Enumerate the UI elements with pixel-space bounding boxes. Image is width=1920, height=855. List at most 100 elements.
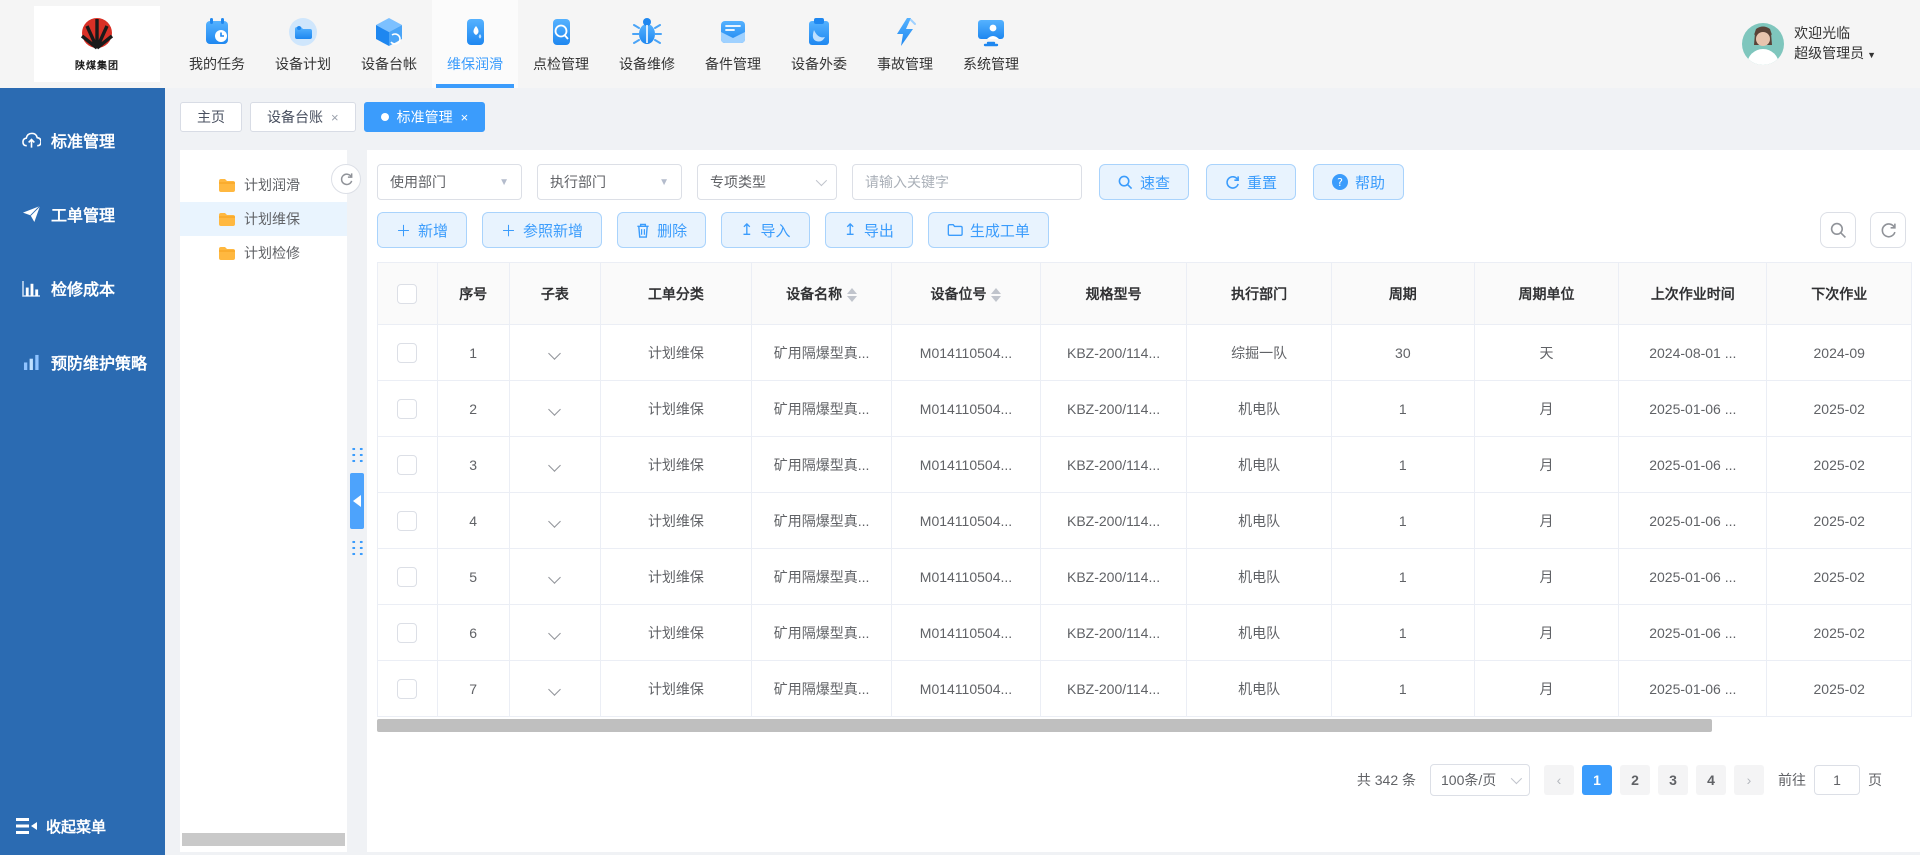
collapse-tree-handle[interactable]	[350, 473, 364, 529]
add-by-reference-button[interactable]: ＋参照新增	[482, 212, 602, 248]
use-department-select[interactable]: 使用部门 ▼	[377, 164, 522, 200]
row-checkbox[interactable]	[397, 511, 417, 531]
generate-workorder-button[interactable]: 生成工单	[928, 212, 1049, 248]
row-checkbox-cell	[378, 325, 438, 381]
add-button[interactable]: ＋新增	[377, 212, 467, 248]
tree-item-plan-overhaul[interactable]: 计划检修	[180, 236, 347, 270]
nav-label: 系统管理	[963, 54, 1019, 74]
cell-cycle: 1	[1331, 605, 1474, 661]
table-search-button[interactable]	[1820, 212, 1856, 248]
splitter-grip-icon[interactable]	[350, 539, 365, 556]
row-checkbox[interactable]	[397, 399, 417, 419]
user-menu[interactable]: 欢迎光临 超级管理员▼	[1742, 0, 1876, 88]
delete-button[interactable]: 删除	[617, 212, 706, 248]
exec-department-select[interactable]: 执行部门 ▼	[537, 164, 682, 200]
nav-device-plan[interactable]: 设备计划	[260, 0, 346, 88]
action-row: ＋新增 ＋参照新增 删除 ↥导入 ↥导出 生成工单	[377, 212, 1912, 248]
expand-chevron-icon[interactable]	[548, 515, 561, 528]
sort-carets-icon[interactable]	[991, 288, 1001, 302]
search-icon	[1830, 222, 1847, 239]
keyword-input[interactable]	[852, 164, 1082, 200]
help-button[interactable]: ? 帮助	[1313, 164, 1404, 200]
page-button-1[interactable]: 1	[1582, 765, 1612, 795]
column-header-device-tag[interactable]: 设备位号	[892, 263, 1041, 325]
page-button-4[interactable]: 4	[1696, 765, 1726, 795]
table-body: 1 计划维保 矿用隔爆型真... M014110504... KBZ-200/1…	[378, 325, 1912, 717]
goto-page-input[interactable]	[1814, 765, 1860, 795]
row-checkbox[interactable]	[397, 679, 417, 699]
calendar-task-icon	[199, 14, 235, 48]
expand-chevron-icon[interactable]	[548, 627, 561, 640]
sidebar-item-workorder-management[interactable]: 工单管理	[0, 192, 165, 236]
nav-system[interactable]: 系统管理	[948, 0, 1034, 88]
tree-item-label: 计划检修	[244, 243, 300, 263]
table-horizontal-scrollbar[interactable]	[377, 719, 1912, 732]
tree-refresh-button[interactable]	[331, 164, 361, 194]
nav-my-tasks[interactable]: 我的任务	[174, 0, 260, 88]
cell-cycle: 1	[1331, 549, 1474, 605]
tab-standard-management[interactable]: 标准管理 ×	[364, 102, 486, 132]
nav-accident[interactable]: 事故管理	[862, 0, 948, 88]
row-checkbox-cell	[378, 493, 438, 549]
special-type-select[interactable]: 专项类型	[697, 164, 837, 200]
expand-chevron-icon[interactable]	[548, 459, 561, 472]
export-button[interactable]: ↥导出	[825, 212, 913, 248]
nav-maintenance-lubrication[interactable]: 维保润滑	[432, 0, 518, 88]
nav-device-repair[interactable]: 设备维修	[604, 0, 690, 88]
sidebar-item-repair-cost[interactable]: 检修成本	[0, 266, 165, 310]
expand-chevron-icon[interactable]	[548, 571, 561, 584]
cell-seq: 7	[437, 661, 509, 717]
row-checkbox[interactable]	[397, 567, 417, 587]
tree-item-plan-maintenance[interactable]: 计划维保	[180, 202, 347, 236]
table-refresh-button[interactable]	[1870, 212, 1906, 248]
column-header-device-name[interactable]: 设备名称	[751, 263, 891, 325]
cell-device-tag: M014110504...	[892, 661, 1041, 717]
expand-chevron-icon[interactable]	[548, 683, 561, 696]
next-page-button[interactable]: ›	[1734, 765, 1764, 795]
splitter-grip-icon[interactable]	[350, 446, 365, 463]
sort-carets-icon[interactable]	[847, 288, 857, 302]
quick-search-button[interactable]: 速查	[1099, 164, 1189, 200]
tab-home[interactable]: 主页	[180, 102, 242, 132]
sidebar: 标准管理 工单管理 检修成本 预防维护策略 收起菜单	[0, 88, 165, 855]
tree-horizontal-scrollbar[interactable]	[182, 833, 345, 846]
nav-spot-inspection[interactable]: 点检管理	[518, 0, 604, 88]
sidebar-item-preventive-strategy[interactable]: 预防维护策略	[0, 340, 165, 384]
row-checkbox[interactable]	[397, 455, 417, 475]
scrollbar-thumb[interactable]	[182, 833, 345, 846]
collapse-menu-button[interactable]: 收起菜单	[0, 805, 165, 847]
row-checkbox[interactable]	[397, 343, 417, 363]
nav-spare-parts[interactable]: 备件管理	[690, 0, 776, 88]
close-icon[interactable]: ×	[331, 110, 339, 125]
scrollbar-thumb[interactable]	[377, 719, 1712, 732]
cell-model: KBZ-200/114...	[1040, 661, 1187, 717]
page-size-select[interactable]: 100条/页	[1430, 764, 1530, 796]
tree-item-plan-lubrication[interactable]: 计划润滑	[180, 168, 347, 202]
page-button-3[interactable]: 3	[1658, 765, 1688, 795]
cell-device-name: 矿用隔爆型真...	[751, 325, 891, 381]
accident-lightning-icon	[887, 14, 923, 48]
collapse-menu-icon	[16, 818, 38, 834]
tab-label: 标准管理	[397, 107, 453, 127]
tab-device-ledger[interactable]: 设备台账 ×	[250, 102, 356, 132]
inspection-phone-icon	[543, 14, 579, 48]
cell-next-time: 2025-02	[1767, 381, 1912, 437]
cell-cycle: 1	[1331, 381, 1474, 437]
nav-device-ledger[interactable]: 设备台帐	[346, 0, 432, 88]
prev-page-button[interactable]: ‹	[1544, 765, 1574, 795]
table-row: 5 计划维保 矿用隔爆型真... M014110504... KBZ-200/1…	[378, 549, 1912, 605]
expand-chevron-icon[interactable]	[548, 403, 561, 416]
select-all-checkbox[interactable]	[397, 284, 417, 304]
import-button[interactable]: ↥导入	[721, 212, 809, 248]
close-icon[interactable]: ×	[461, 110, 469, 125]
row-checkbox[interactable]	[397, 623, 417, 643]
reset-button[interactable]: 重置	[1206, 164, 1296, 200]
sidebar-item-standard-management[interactable]: 标准管理	[0, 118, 165, 162]
goto-label: 前往	[1778, 770, 1806, 790]
svg-text:?: ?	[1337, 176, 1343, 189]
page-button-2[interactable]: 2	[1620, 765, 1650, 795]
cell-department: 机电队	[1187, 437, 1331, 493]
expand-chevron-icon[interactable]	[548, 347, 561, 360]
goto-page: 前往 页	[1778, 765, 1882, 795]
nav-device-outsourcing[interactable]: 设备外委	[776, 0, 862, 88]
